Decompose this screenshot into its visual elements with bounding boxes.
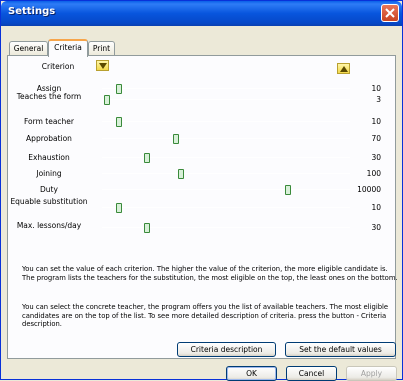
triangle-up-icon (340, 66, 348, 72)
window-title: Settings (8, 6, 56, 17)
slider-track-duty[interactable] (102, 189, 350, 190)
slider-thumb-duty[interactable] (285, 185, 291, 195)
criterion-value-exhaustion: 30 (371, 153, 381, 162)
criterion-sort-down-button[interactable] (96, 60, 109, 71)
criterion-label-max-lessons-day: Max. lessons/day (16, 221, 82, 230)
slider-track-max-lessons-day[interactable] (102, 227, 350, 228)
slider-track-assign[interactable] (102, 88, 350, 89)
slider-track-teaches-the-form[interactable] (102, 99, 350, 100)
tab-criteria[interactable]: Criteria (48, 39, 88, 57)
apply-button[interactable]: Apply (346, 366, 397, 381)
criterion-label-form-teacher: Form teacher (23, 117, 74, 126)
slider-track-form-teacher[interactable] (102, 121, 350, 122)
criterion-header-label: Criterion (41, 62, 75, 71)
criterion-value-teaches-the-form: 3 (376, 95, 381, 104)
slider-thumb-joining[interactable] (178, 169, 185, 179)
criterion-value-duty: 10000 (357, 185, 381, 194)
triangle-down-icon (99, 63, 107, 69)
tab-print[interactable]: Print (88, 41, 115, 56)
description-paragraph-2: You can select the concrete teacher, the… (22, 303, 389, 328)
criterion-value-assign: 10 (371, 84, 381, 93)
criteria-description-button[interactable]: Criteria description (177, 342, 276, 357)
criterion-label-duty: Duty (40, 185, 58, 194)
criterion-sort-up-button[interactable] (337, 63, 350, 74)
slider-thumb-max-lessons-day[interactable] (143, 223, 150, 233)
tab-general[interactable]: General (9, 41, 48, 56)
criterion-label-joining: Joining (36, 169, 62, 178)
criterion-value-equable-substitution: 10 (371, 203, 381, 212)
set-default-values-button[interactable]: Set the default values (285, 342, 396, 357)
ok-button[interactable]: OK (226, 366, 277, 381)
cancel-button[interactable]: Cancel (286, 366, 337, 381)
close-icon (385, 8, 395, 18)
title-bar[interactable]: Settings (1, 1, 402, 26)
slider-track-exhaustion[interactable] (102, 157, 350, 158)
criterion-value-joining: 100 (366, 169, 381, 178)
settings-dialog: Settings General Criteria Print Criterio… (0, 0, 403, 381)
slider-track-equable-substitution[interactable] (102, 207, 350, 208)
slider-track-approbation[interactable] (102, 138, 350, 139)
criterion-value-form-teacher: 10 (371, 117, 381, 126)
criterion-label-teaches-the-form: Teaches the form (16, 92, 82, 101)
slider-thumb-assign[interactable] (116, 84, 123, 94)
slider-thumb-approbation[interactable] (173, 134, 180, 144)
slider-thumb-exhaustion[interactable] (143, 153, 150, 163)
criterion-label-equable-substitution: Equable substitution (10, 197, 88, 206)
criterion-value-max-lessons-day: 30 (371, 223, 381, 232)
criterion-value-approbation: 70 (371, 134, 381, 143)
close-button[interactable] (381, 4, 399, 22)
slider-thumb-form-teacher[interactable] (116, 117, 123, 127)
slider-thumb-equable-substitution[interactable] (116, 203, 123, 213)
criterion-label-exhaustion: Exhaustion (28, 153, 70, 162)
criterion-label-approbation: Approbation (26, 134, 72, 143)
slider-thumb-teaches-the-form[interactable] (103, 95, 110, 105)
description-paragraph-1: You can set the value of each criterion.… (22, 265, 398, 282)
slider-track-joining[interactable] (102, 173, 350, 174)
